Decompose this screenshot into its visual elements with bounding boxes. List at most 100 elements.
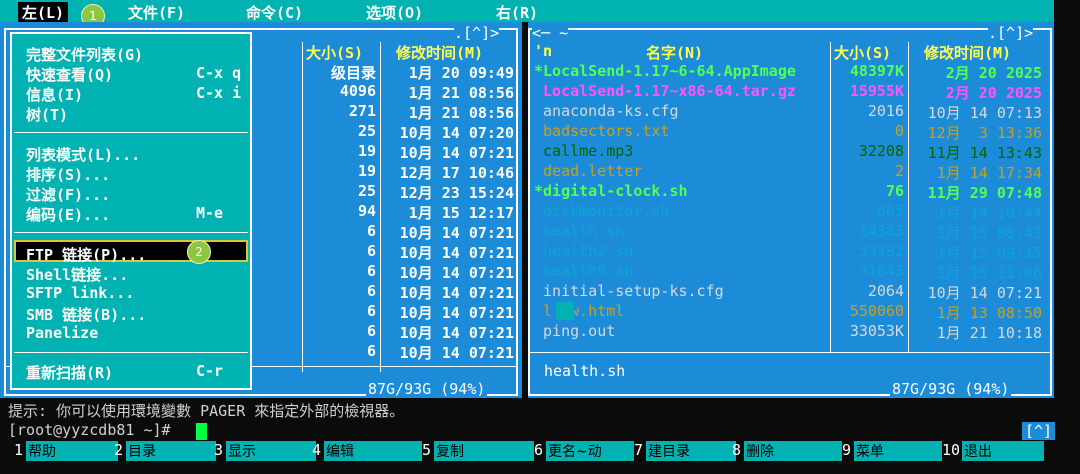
table-row[interactable]: *digital-clock.sh 76 11月 29 07:48 — [528, 182, 1052, 202]
file-mtime: 1月 15 12:17 — [408, 204, 514, 222]
right-panel[interactable]: <─ ~ .[^]> 'n 名字(N) 大小(S) 修改时间(M) *Local… — [528, 22, 1054, 398]
fkey-label: 更名~动 — [546, 441, 634, 461]
fkey-5[interactable]: 5 复制 — [422, 441, 534, 461]
file-mtime: 10月 14 07:21 — [399, 284, 514, 302]
file-size: 25 — [357, 122, 376, 140]
file-name: l w.html — [534, 302, 625, 320]
file-size: 4096 — [339, 82, 376, 100]
file-name: *LocalSend-1.17~6-64.AppImage — [534, 62, 796, 80]
left-panel-caret[interactable]: .[^]> — [454, 24, 500, 42]
masked-block — [556, 302, 574, 320]
menu-item[interactable]: 编码(E)... — [26, 204, 110, 225]
table-row[interactable]: LocalSend-1.17~x86-64.tar.gz 15955K 2月 20 … — [528, 82, 1052, 102]
menu-item-shortcut: C-x q — [196, 64, 242, 82]
right-col-n-header[interactable]: 'n — [534, 42, 552, 60]
file-size: 33053K — [849, 322, 904, 340]
menu-separator — [14, 232, 248, 233]
file-mtime: 10月 14 07:21 — [399, 264, 514, 282]
menu-item[interactable]: Shell链接... — [26, 264, 128, 285]
right-col-size-header[interactable]: 大小(S) — [834, 42, 891, 63]
file-mtime: 10月 14 07:13 — [927, 104, 1042, 122]
right-col-mtime-header[interactable]: 修改时间(M) — [924, 42, 1011, 63]
shell-prompt[interactable]: [root@yyzcdb81 ~]# — [8, 421, 171, 439]
file-name: diskmonitor.sh — [534, 202, 670, 220]
fkey-label: 退出 — [962, 441, 1044, 461]
file-name: health2.sh — [534, 242, 634, 260]
fkey-1[interactable]: 1 帮助 — [14, 441, 118, 461]
table-row[interactable]: anaconda-ks.cfg 2016 10月 14 07:13 — [528, 102, 1052, 122]
fkey-number: 5 — [422, 441, 432, 459]
fkey-3[interactable]: 3 显示 — [214, 441, 316, 461]
right-panel-caret[interactable]: .[^]> — [988, 24, 1034, 42]
menu-item-shortcut: C-r — [196, 362, 224, 380]
menu-right[interactable]: 右(R) — [496, 2, 538, 23]
menu-item[interactable]: 列表模式(L)... — [26, 144, 140, 165]
file-size: 33392 — [858, 242, 904, 260]
file-size: 94 — [357, 202, 376, 220]
table-row[interactable]: l w.html 550060 1月 13 08:50 — [528, 302, 1052, 322]
menu-item[interactable]: 完整文件列表(G) — [26, 44, 143, 65]
file-size: 2016 — [867, 102, 904, 120]
hint-text: 提示: 你可以使用環境變數 PAGER 來指定外部的檢視器。 — [8, 402, 405, 420]
fkey-8[interactable]: 8 删除 — [732, 441, 842, 461]
table-row[interactable]: dead.letter 2 1月 14 17:34 — [528, 162, 1052, 182]
file-mtime: 1月 15 11:06 — [936, 264, 1042, 282]
file-name: *digital-clock.sh — [534, 182, 688, 200]
table-row[interactable]: initial-setup-ks.cfg 2064 10月 14 07:21 — [528, 282, 1052, 302]
fkey-number: 10 — [942, 441, 961, 459]
table-row[interactable]: badsectors.txt 0 12月 3 13:36 — [528, 122, 1052, 142]
table-row[interactable]: diskmonitor.sh 605 1月 14 10:44 — [528, 202, 1052, 222]
right-current-file: health.sh — [544, 362, 626, 380]
prompt-history-caret[interactable]: [^] — [1022, 422, 1056, 440]
menu-item[interactable]: 排序(S)... — [26, 164, 110, 185]
fkey-number: 4 — [312, 441, 322, 459]
menu-item[interactable]: Panelize — [26, 324, 98, 342]
fkey-4[interactable]: 4 编辑 — [312, 441, 422, 461]
fkey-label: 帮助 — [26, 441, 118, 461]
file-mtime: 10月 14 07:20 — [399, 124, 514, 142]
menu-item[interactable]: 快速查看(Q) — [26, 64, 113, 85]
fkey-6[interactable]: 6 更名~动 — [534, 441, 634, 461]
terminal-screen: 左(L) 文件(F) 命令(C) 选项(O) 右(R) 1 .[^]> 大小(S… — [0, 0, 1080, 474]
file-name: LocalSend-1.17~x86-64.tar.gz — [534, 82, 796, 100]
fkey-9[interactable]: 9 菜单 — [842, 441, 942, 461]
menu-command[interactable]: 命令(C) — [246, 2, 303, 23]
left-disk-usage: 87G/93G (94%) — [366, 380, 488, 398]
file-mtime: 2月 20 2025 — [945, 64, 1042, 82]
file-size: 14383 — [858, 222, 904, 240]
file-size: 271 — [348, 102, 376, 120]
file-name: health9.sh — [534, 262, 634, 280]
file-name: ping.out — [534, 322, 616, 340]
table-row[interactable]: callme.mp3 32208 11月 14 13:43 — [528, 142, 1052, 162]
table-row[interactable]: *LocalSend-1.17~6-64.AppImage 48397K 2月 20… — [528, 62, 1052, 82]
file-size: 76 — [885, 182, 904, 200]
right-col-name-header[interactable]: 名字(N) — [646, 42, 703, 63]
file-mtime: 1月 21 10:18 — [936, 324, 1042, 342]
fkey-10[interactable]: 10 退出 — [942, 441, 1044, 461]
table-row[interactable]: health9.sh 31643 1月 15 11:06 — [528, 262, 1052, 282]
menu-options[interactable]: 选项(O) — [366, 2, 423, 23]
fkey-2[interactable]: 2 目录 — [114, 441, 216, 461]
table-row[interactable]: health2.sh 33392 1月 15 09:15 — [528, 242, 1052, 262]
file-size: 6 — [366, 342, 376, 360]
file-name: initial-setup-ks.cfg — [534, 282, 724, 300]
menu-item[interactable]: SMB 链接(B)... — [26, 304, 146, 325]
menu-file[interactable]: 文件(F) — [128, 2, 185, 23]
menu-item[interactable]: 过滤(F)... — [26, 184, 110, 205]
menu-item[interactable]: 信息(I) — [26, 84, 83, 105]
file-name: callme.mp3 — [534, 142, 634, 160]
menu-item[interactable]: SFTP link... — [26, 284, 134, 302]
fkey-7[interactable]: 7 建目录 — [634, 441, 736, 461]
menu-item[interactable]: FTP 链接(P)... — [26, 244, 146, 265]
menu-left[interactable]: 左(L) — [18, 2, 69, 23]
menu-item[interactable]: 重新扫描(R) — [26, 362, 113, 383]
file-size: 2064 — [867, 282, 904, 300]
right-panel-history[interactable]: <─ ~ — [532, 24, 569, 42]
file-mtime: 11月 14 13:43 — [927, 144, 1042, 162]
table-row[interactable]: health.sh 14383 1月 15 08:41 — [528, 222, 1052, 242]
left-col-mtime-header[interactable]: 修改时间(M) — [396, 42, 483, 63]
left-col-size-header[interactable]: 大小(S) — [306, 42, 363, 63]
menu-item[interactable]: 树(T) — [26, 104, 68, 125]
table-row[interactable]: ping.out 33053K 1月 21 10:18 — [528, 322, 1052, 342]
file-size: 32208 — [858, 142, 904, 160]
